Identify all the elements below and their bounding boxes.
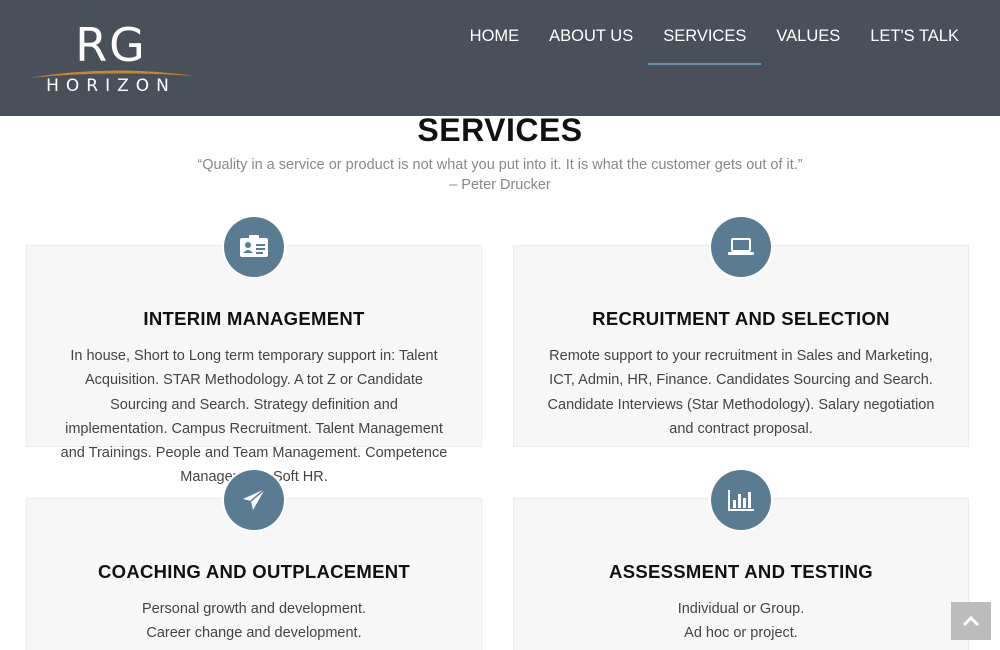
nav-services[interactable]: SERVICES [648,24,762,65]
nav-home[interactable]: HOME [455,24,535,58]
icon-ring [222,215,286,279]
card-title: COACHING AND OUTPLACEMENT [97,561,411,582]
logo-text-rg: RG [75,18,147,72]
quote-text: “Quality in a service or product is not … [197,157,803,173]
laptop-icon [711,217,771,277]
paper-plane-icon [224,470,284,530]
card-text-line: Individual or Group. [677,601,805,617]
logo-text-horizon: HORIZON [46,76,176,96]
id-card-icon [224,217,284,277]
service-card-coaching-outplacement: COACHING AND OUTPLACEMENT Personal growt… [26,468,482,650]
main-nav: HOME ABOUT US SERVICES VALUES LET'S TALK [455,24,974,65]
card-title: RECRUITMENT AND SELECTION [592,308,890,329]
card-text: Individual or Group. Ad hoc or project. [544,597,938,646]
nav-values[interactable]: VALUES [761,24,855,58]
icon-ring [709,468,773,532]
card-text: Remote support to your recruitment in Sa… [547,348,935,437]
card-text: Personal growth and development. Career … [57,597,451,646]
service-card-recruitment-selection: RECRUITMENT AND SELECTION Remote support… [513,215,969,447]
card-title: INTERIM MANAGEMENT [143,308,365,329]
service-card-interim-management: INTERIM MANAGEMENT In house, Short to Lo… [26,215,482,485]
bar-chart-icon [711,470,771,530]
service-card-assessment-testing: ASSESSMENT AND TESTING Individual or Gro… [513,468,969,650]
page-title: SERVICES [417,112,583,148]
site-header: RG HORIZON HOME ABOUT US SERVICES VALUES… [0,0,1000,116]
nav-lets-talk[interactable]: LET'S TALK [855,24,974,58]
card-text-line: Personal growth and development. [141,601,367,617]
scroll-to-top-button[interactable] [951,602,991,640]
card-text-line: Career change and development. [146,625,362,642]
chevron-up-icon [962,615,980,627]
logo[interactable]: RG HORIZON [26,18,196,98]
quote-block: “Quality in a service or product is not … [0,155,1000,195]
icon-ring [709,215,773,279]
card-title: ASSESSMENT AND TESTING [609,561,873,582]
quote-author: – Peter Drucker [449,177,551,193]
nav-about-us[interactable]: ABOUT US [534,24,648,58]
card-text-line: Ad hoc or project. [684,625,798,642]
icon-ring [222,468,286,532]
